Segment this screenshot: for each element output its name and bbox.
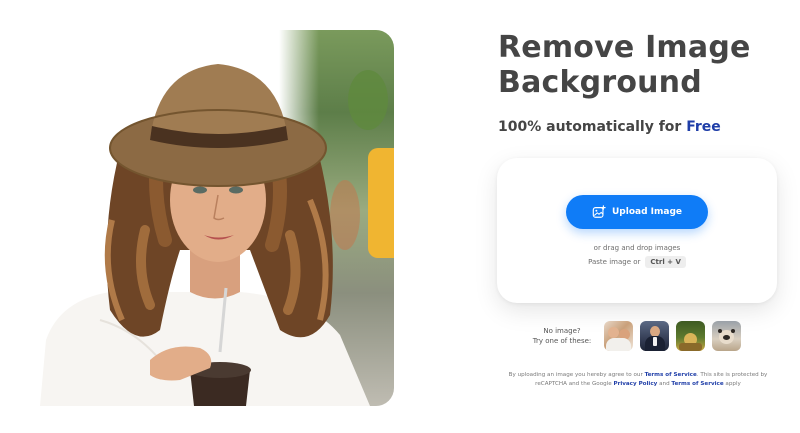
sample-image-dog[interactable]	[712, 321, 741, 351]
drag-drop-hint: or drag and drop images	[593, 244, 681, 252]
subtitle-free-highlight: Free	[686, 119, 721, 135]
google-terms-link[interactable]: Terms of Service	[671, 381, 723, 387]
upload-image-button[interactable]: Upload Image	[566, 195, 708, 229]
legal-text-and: and	[657, 381, 672, 387]
sample-image-animal[interactable]	[676, 321, 705, 351]
paste-hint-text: Paste image or	[588, 258, 641, 266]
legal-text-suffix: apply	[723, 381, 741, 387]
upload-button-label: Upload Image	[611, 207, 682, 217]
sample-image-people[interactable]	[604, 321, 633, 351]
terms-of-service-link[interactable]: Terms of Service	[645, 372, 697, 378]
upload-card[interactable]: Upload Image or drag and drop images Pas…	[497, 158, 777, 303]
paste-hint: Paste image or Ctrl + V	[497, 256, 777, 268]
hero-image	[40, 30, 394, 406]
sample-images-label: No image? Try one of these:	[527, 326, 597, 346]
image-upload-icon	[592, 205, 606, 218]
sample-label-line2: Try one of these:	[532, 337, 592, 345]
woman-illustration	[40, 64, 370, 406]
privacy-policy-link[interactable]: Privacy Policy	[613, 381, 657, 387]
sample-image-person[interactable]	[640, 321, 669, 351]
subtitle-text: 100% automatically for	[498, 119, 687, 135]
legal-text-prefix: By uploading an image you hereby agree t…	[508, 372, 645, 378]
paste-shortcut-key: Ctrl + V	[645, 256, 686, 268]
page-title: Remove Image Background	[498, 30, 751, 100]
page-subtitle: 100% automatically for Free	[498, 119, 721, 135]
legal-notice: By uploading an image you hereby agree t…	[500, 371, 776, 389]
sample-label-line1: No image?	[543, 327, 581, 335]
